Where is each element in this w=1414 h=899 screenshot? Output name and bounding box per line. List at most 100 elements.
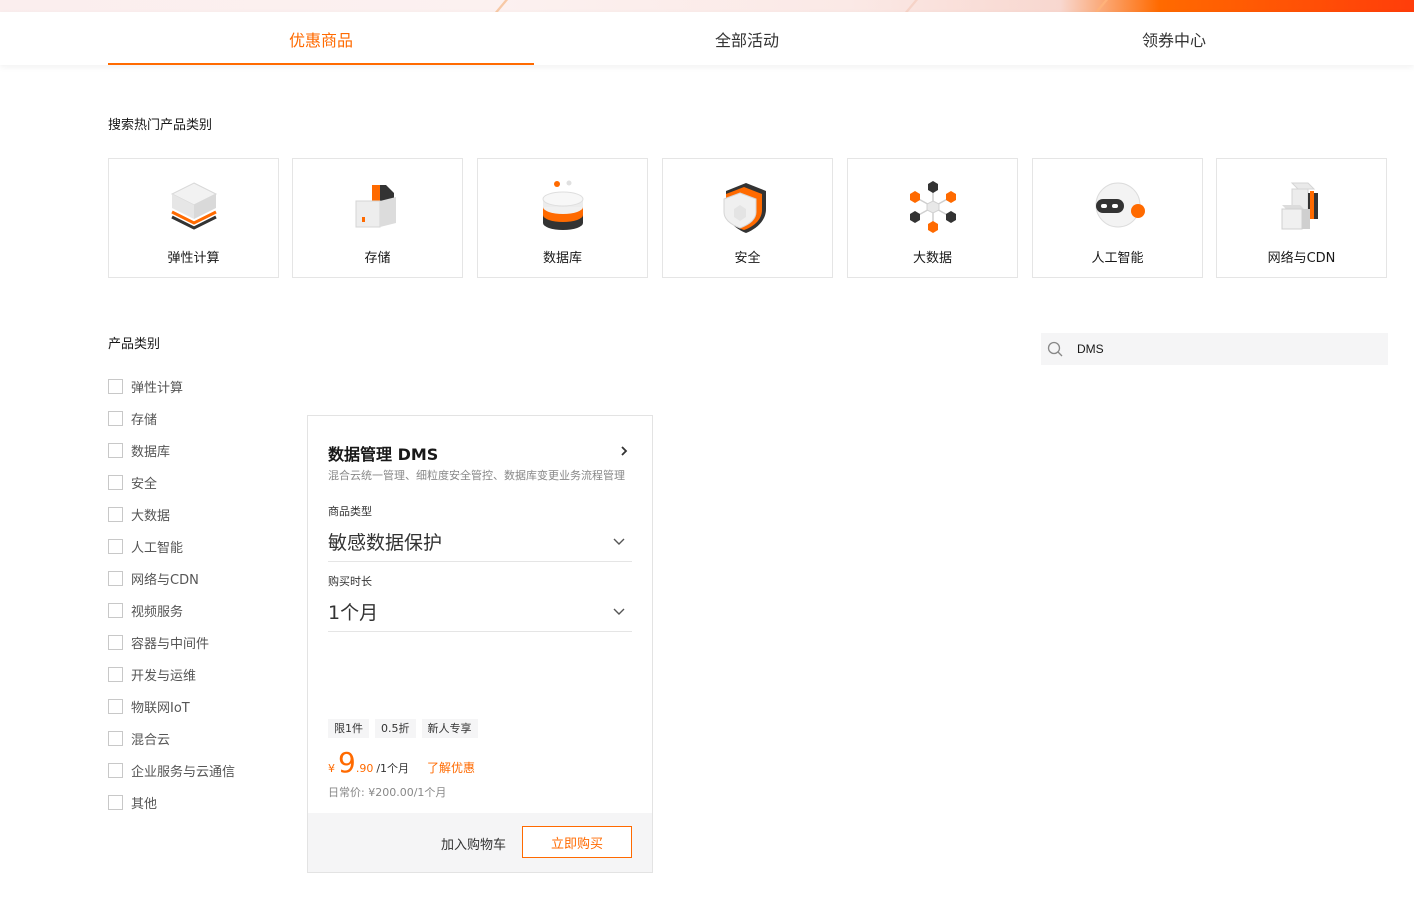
banner-streak bbox=[494, 0, 509, 12]
server-cube-icon bbox=[170, 182, 217, 230]
filter-label: 存储 bbox=[131, 412, 158, 428]
promo-tag: 限1件 bbox=[328, 719, 369, 738]
tab-coupon-center[interactable]: 领券中心 bbox=[961, 12, 1387, 65]
storage-box-icon bbox=[355, 185, 396, 228]
price-integer: 9 bbox=[338, 746, 356, 779]
hot-category-label: 网络与CDN bbox=[1267, 251, 1336, 266]
filter-checkbox-security[interactable]: 安全 bbox=[108, 473, 158, 492]
product-type-select[interactable]: 敏感数据保护 bbox=[328, 524, 632, 562]
filter-label: 开发与运维 bbox=[131, 668, 197, 684]
hot-category-label: 弹性计算 bbox=[167, 251, 220, 266]
tab-bar: 优惠商品 全部活动 领券中心 bbox=[0, 12, 1414, 65]
filter-checkbox-devops[interactable]: 开发与运维 bbox=[108, 665, 197, 684]
product-category-title: 产品类别 bbox=[108, 337, 161, 352]
checkbox-box[interactable] bbox=[108, 570, 123, 586]
filter-checkbox-hybrid-cloud[interactable]: 混合云 bbox=[108, 729, 171, 748]
checkbox-box[interactable] bbox=[108, 634, 123, 650]
hot-category-security[interactable]: 安全 bbox=[662, 158, 833, 278]
filter-label: 弹性计算 bbox=[131, 380, 184, 396]
filter-checkbox-database[interactable]: 数据库 bbox=[108, 441, 171, 460]
filter-label: 视频服务 bbox=[131, 604, 184, 620]
purchase-duration-label: 购买时长 bbox=[328, 575, 372, 588]
promo-tag: 新人专享 bbox=[421, 719, 478, 738]
hot-category-compute[interactable]: 弹性计算 bbox=[108, 158, 279, 278]
hot-category-big-data[interactable]: 大数据 bbox=[847, 158, 1018, 278]
checkbox-box[interactable] bbox=[108, 666, 123, 682]
checkbox-box[interactable] bbox=[108, 474, 123, 490]
product-type-value: 敏感数据保护 bbox=[328, 532, 443, 554]
product-title[interactable]: 数据管理 DMS bbox=[328, 441, 438, 465]
top-banner bbox=[0, 0, 1414, 12]
add-to-cart-button[interactable]: 加入购物车 bbox=[441, 834, 506, 853]
filter-label: 数据库 bbox=[131, 444, 171, 460]
hot-category-database[interactable]: 数据库 bbox=[477, 158, 648, 278]
hot-category-label: 大数据 bbox=[912, 251, 952, 266]
price-currency: ¥ bbox=[328, 762, 335, 775]
banner-streak bbox=[1094, 0, 1109, 12]
hot-category-label: 人工智能 bbox=[1091, 251, 1144, 266]
filter-label: 混合云 bbox=[131, 732, 171, 748]
checkbox-box[interactable] bbox=[108, 730, 123, 746]
promo-tags: 限1件 0.5折 新人专享 bbox=[328, 719, 478, 738]
checkbox-box[interactable] bbox=[108, 762, 123, 778]
checkbox-box[interactable] bbox=[108, 442, 123, 458]
filter-checkbox-storage[interactable]: 存储 bbox=[108, 409, 158, 428]
filter-label: 人工智能 bbox=[131, 540, 184, 556]
filter-checkbox-big-data[interactable]: 大数据 bbox=[108, 505, 171, 524]
filter-checkbox-iot[interactable]: 物联网IoT bbox=[108, 697, 190, 716]
purchase-duration-select[interactable]: 1个月 bbox=[328, 594, 632, 632]
product-card-footer: 加入购物车 立即购买 bbox=[308, 813, 652, 872]
hot-category-label: 安全 bbox=[734, 251, 761, 266]
filter-label: 其他 bbox=[131, 796, 158, 812]
filter-checkbox-compute[interactable]: 弹性计算 bbox=[108, 377, 184, 396]
checkbox-box[interactable] bbox=[108, 794, 123, 810]
filter-checkbox-video[interactable]: 视频服务 bbox=[108, 601, 184, 620]
checkbox-box[interactable] bbox=[108, 602, 123, 618]
shield-icon bbox=[723, 183, 766, 233]
chevron-down-icon bbox=[613, 538, 625, 545]
tab-all-activities[interactable]: 全部活动 bbox=[534, 12, 960, 65]
chevron-down-icon bbox=[613, 608, 625, 615]
learn-discount-link[interactable]: 了解优惠 bbox=[427, 759, 475, 776]
checkbox-box[interactable] bbox=[108, 378, 123, 394]
product-search-box[interactable] bbox=[1041, 333, 1388, 365]
banner-streak bbox=[904, 0, 919, 12]
price-unit: /1个月 bbox=[376, 762, 410, 775]
hot-category-ai[interactable]: 人工智能 bbox=[1032, 158, 1203, 278]
hexagon-network-icon bbox=[909, 181, 956, 233]
checkbox-box[interactable] bbox=[108, 698, 123, 714]
tab-discount-products[interactable]: 优惠商品 bbox=[108, 12, 534, 65]
filter-checkbox-other[interactable]: 其他 bbox=[108, 793, 158, 812]
product-description: 混合云统一管理、细粒度安全管控、数据库变更业务流程管理 bbox=[328, 469, 625, 482]
filter-label: 大数据 bbox=[131, 508, 171, 524]
buy-now-button[interactable]: 立即购买 bbox=[522, 826, 632, 858]
filter-checkbox-enterprise[interactable]: 企业服务与云通信 bbox=[108, 761, 235, 780]
chevron-right-icon[interactable] bbox=[618, 444, 630, 458]
hot-category-storage[interactable]: 存储 bbox=[292, 158, 463, 278]
hot-category-network-cdn[interactable]: 网络与CDN bbox=[1216, 158, 1387, 278]
product-card: 数据管理 DMS 混合云统一管理、细粒度安全管控、数据库变更业务流程管理 商品类… bbox=[307, 415, 653, 873]
hot-category-label: 存储 bbox=[364, 251, 391, 266]
original-price: 日常价: ¥200.00/1个月 bbox=[328, 786, 447, 799]
product-type-label: 商品类型 bbox=[328, 505, 372, 518]
filter-checkbox-container[interactable]: 容器与中间件 bbox=[108, 633, 210, 652]
checkbox-box[interactable] bbox=[108, 506, 123, 522]
search-input[interactable] bbox=[1077, 342, 1357, 356]
filter-checkbox-network-cdn[interactable]: 网络与CDN bbox=[108, 569, 199, 588]
hot-categories-title: 搜索热门产品类别 bbox=[108, 118, 213, 133]
promo-tag: 0.5折 bbox=[375, 719, 416, 738]
robot-head-icon bbox=[1095, 182, 1145, 228]
price: ¥ 9 .90 /1个月 了解优惠 bbox=[328, 746, 475, 779]
filter-label: 容器与中间件 bbox=[131, 636, 210, 652]
search-icon bbox=[1047, 341, 1063, 357]
filter-label: 安全 bbox=[131, 476, 158, 492]
database-stack-icon bbox=[542, 180, 583, 230]
price-decimal: .90 bbox=[355, 762, 374, 775]
checkbox-box[interactable] bbox=[108, 538, 123, 554]
checkbox-box[interactable] bbox=[108, 410, 123, 426]
hot-category-label: 数据库 bbox=[542, 251, 582, 266]
filter-label: 网络与CDN bbox=[131, 572, 199, 588]
filter-checkbox-ai[interactable]: 人工智能 bbox=[108, 537, 184, 556]
filter-label: 物联网IoT bbox=[131, 700, 190, 716]
network-blocks-icon bbox=[1281, 182, 1318, 230]
